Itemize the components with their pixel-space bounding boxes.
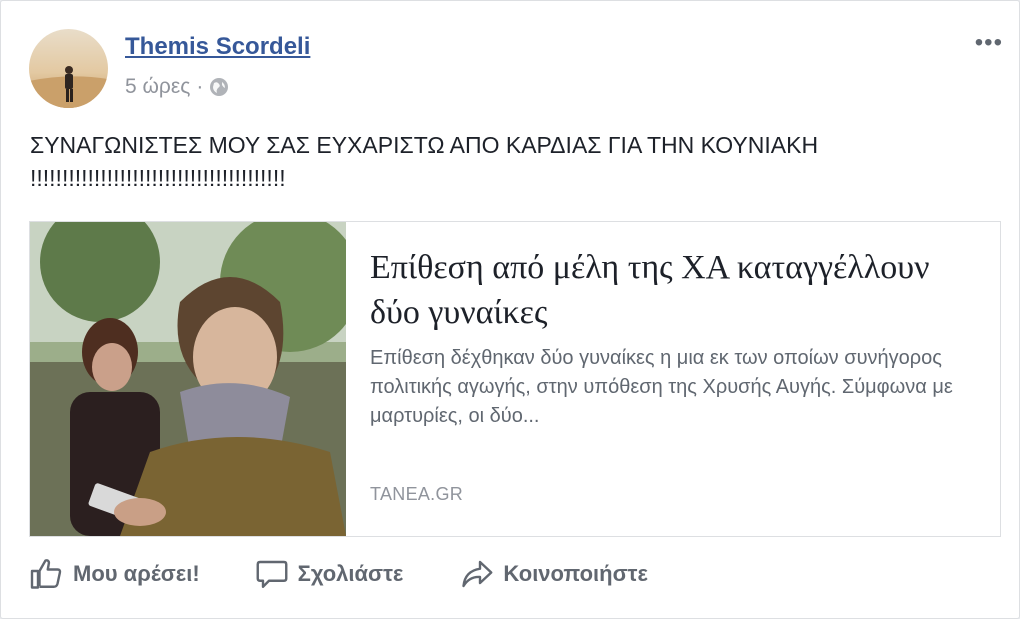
- like-label: Μου αρέσει!: [73, 561, 200, 586]
- comment-button[interactable]: Σχολιάστε: [254, 556, 404, 592]
- share-arrow-icon: [462, 560, 493, 588]
- share-button[interactable]: Κοινοποιήστε: [459, 556, 648, 592]
- more-options-icon[interactable]: •••: [975, 29, 1003, 57]
- post-actions-bar: Μου αρέσει! Σχολιάστε Κοινοποιήστε: [29, 556, 648, 592]
- link-preview-body: Επίθεση από μέλη της ΧΑ καταγγέλλουν δύο…: [346, 222, 1000, 536]
- comment-label: Σχολιάστε: [297, 561, 404, 586]
- post-text: ΣΥΝΑΓΩΝΙΣΤΕΣ ΜΟΥ ΣΑΣ ΕΥΧΑΡΙΣΤΩ ΑΠΟ ΚΑΡΔΙ…: [30, 129, 1005, 195]
- link-source-domain: TANEA.GR: [370, 484, 464, 504]
- post-meta: 5 ώρες ·: [125, 75, 229, 99]
- link-preview-image: [30, 222, 346, 536]
- meta-separator: ·: [196, 75, 204, 98]
- post-text-line-1: ΣΥΝΑΓΩΝΙΣΤΕΣ ΜΟΥ ΣΑΣ ΕΥΧΑΡΙΣΤΩ ΑΠΟ ΚΑΡΔΙ…: [30, 132, 819, 158]
- thumbs-up-icon: [30, 559, 62, 589]
- post-text-line-2: !!!!!!!!!!!!!!!!!!!!!!!!!!!!!!!!!!!!!!!!: [30, 165, 286, 191]
- comment-icon: [256, 560, 288, 588]
- author-name-link[interactable]: Themis Scordeli: [125, 33, 310, 61]
- timestamp-link[interactable]: 5 ώρες: [125, 75, 190, 99]
- globe-icon[interactable]: [209, 77, 229, 97]
- feed-post: Themis Scordeli 5 ώρες · ••• ΣΥΝΑΓΩΝΙΣΤΕ…: [0, 0, 1020, 619]
- link-title[interactable]: Επίθεση από μέλη της ΧΑ καταγγέλλουν δύο…: [370, 245, 980, 335]
- like-button[interactable]: Μου αρέσει!: [29, 556, 200, 592]
- author-avatar[interactable]: [29, 29, 108, 108]
- link-preview-card[interactable]: Επίθεση από μέλη της ΧΑ καταγγέλλουν δύο…: [29, 221, 1001, 537]
- share-label: Κοινοποιήστε: [503, 561, 648, 586]
- link-description: Επίθεση δέχθηκαν δύο γυναίκες η μια εκ τ…: [370, 347, 953, 427]
